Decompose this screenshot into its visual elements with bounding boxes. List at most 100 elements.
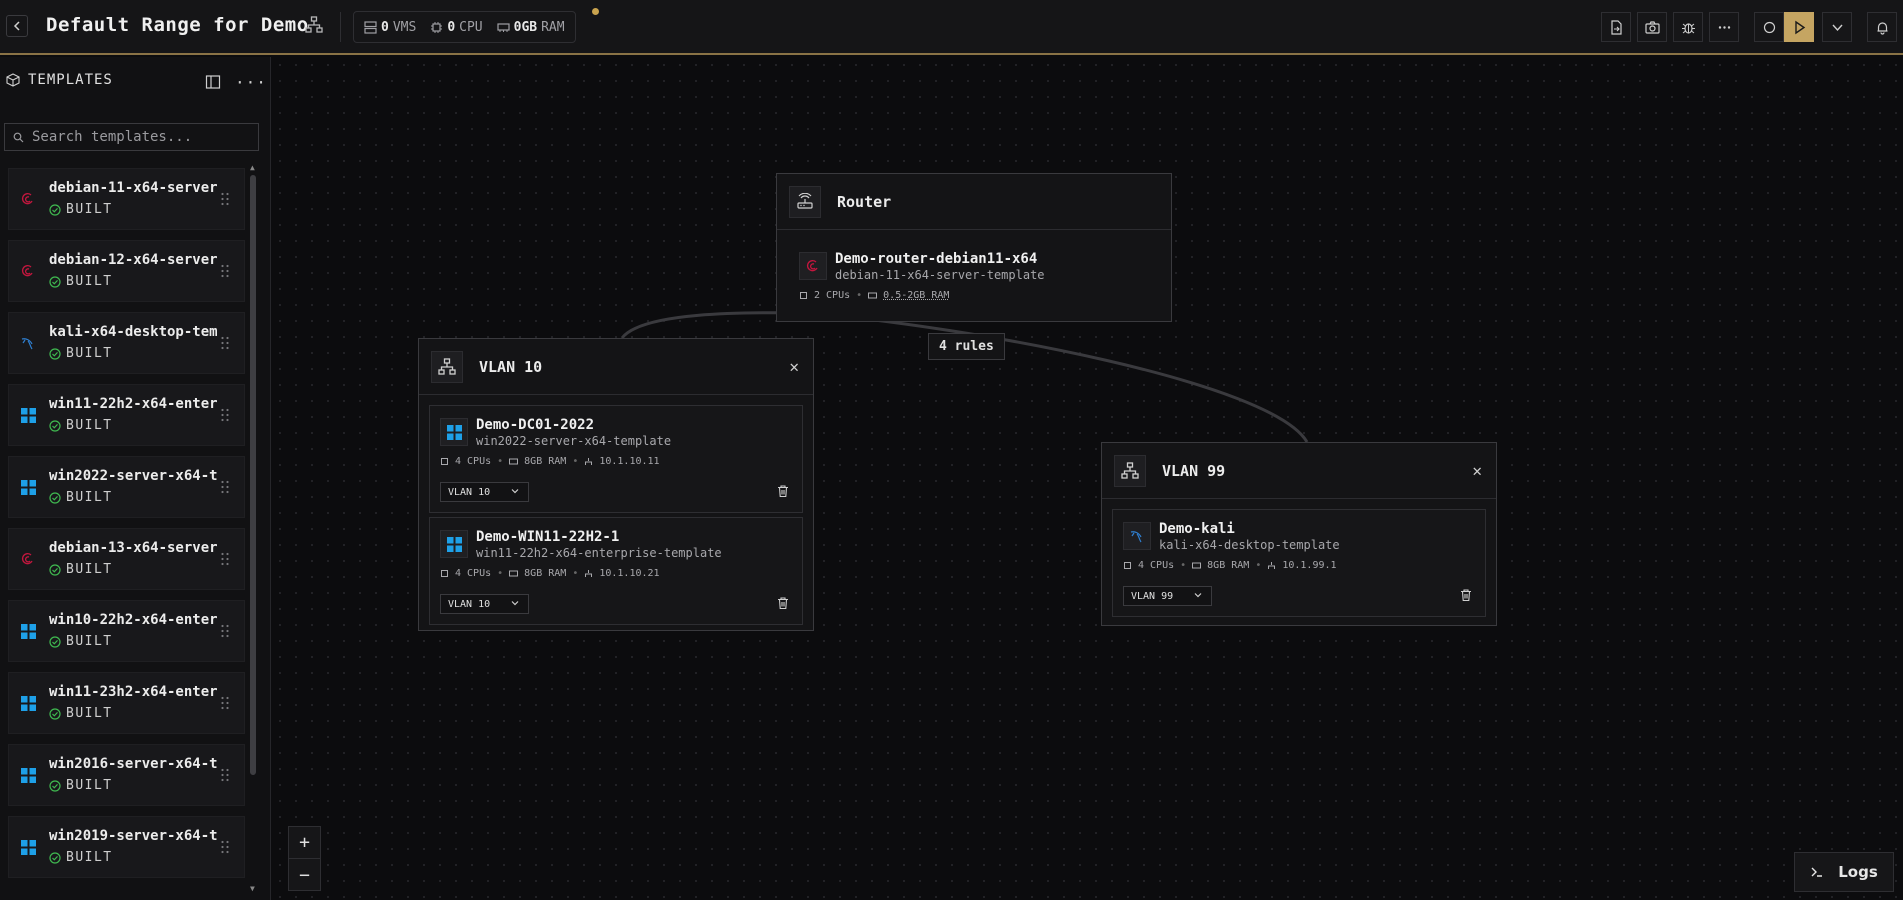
scroll-up-icon[interactable]: ▲ (250, 163, 255, 172)
vlan-select[interactable]: VLAN 10 (440, 482, 529, 502)
scroll-thumb[interactable] (250, 175, 256, 775)
template-status: BUILT (49, 778, 113, 793)
play-icon (1794, 20, 1805, 34)
templates-sidebar: TEMPLATES ··· debian-11-x64-server-templ… (0, 57, 271, 900)
back-button[interactable] (6, 15, 28, 37)
logs-button[interactable]: Logs (1794, 852, 1894, 892)
template-item[interactable]: kali-x64-desktop-template BUILT (8, 312, 245, 374)
ram-stat: 0GB RAM (497, 20, 565, 35)
zoom-out-button[interactable]: − (289, 859, 320, 891)
trash-icon[interactable] (776, 596, 790, 610)
drag-handle-icon[interactable] (220, 624, 230, 638)
vm-specs: 4 CPUs • 8GB RAM • 10.1.99.1 (1123, 560, 1337, 571)
template-status: BUILT (49, 706, 113, 721)
drag-handle-icon[interactable] (220, 768, 230, 782)
vlan99-node[interactable]: VLAN 99 ✕ Demo-kali kali-x64-desktop-tem… (1101, 442, 1497, 626)
template-item[interactable]: win2019-server-x64-template BUILT (8, 816, 245, 878)
vm-template: debian-11-x64-server-template (835, 268, 1045, 282)
drag-handle-icon[interactable] (220, 264, 230, 278)
template-name: win2019-server-x64-template (49, 828, 217, 844)
template-item[interactable]: win2016-server-x64-template BUILT (8, 744, 245, 806)
vm-os-icon-box (440, 530, 468, 558)
template-item[interactable]: debian-12-x64-server-template BUILT (8, 240, 245, 302)
trash-icon[interactable] (1459, 588, 1473, 602)
deploy-options-button[interactable] (1822, 12, 1852, 42)
drag-handle-icon[interactable] (220, 408, 230, 422)
panel-toggle-icon[interactable] (205, 74, 221, 90)
network-icon[interactable] (305, 16, 323, 34)
chevron-down-icon (511, 601, 519, 606)
template-status: BUILT (49, 490, 113, 505)
drag-handle-icon[interactable] (220, 696, 230, 710)
template-name: debian-13-x64-server-template (49, 540, 217, 556)
stop-button[interactable] (1754, 12, 1784, 42)
network-icon (1121, 462, 1139, 479)
export-button[interactable] (1601, 12, 1631, 42)
vm-card[interactable]: Demo-WIN11-22H2-1 win11-22h2-x64-enterpr… (429, 517, 803, 625)
template-item[interactable]: debian-13-x64-server-template BUILT (8, 528, 245, 590)
notifications-button[interactable] (1867, 12, 1897, 42)
bell-icon (1877, 21, 1887, 35)
firewall-rules-badge[interactable]: 4 rules (928, 333, 1005, 360)
vm-card[interactable]: Demo-kali kali-x64-desktop-template 4 CP… (1112, 509, 1486, 617)
vm-specs: 4 CPUs • 8GB RAM • 10.1.10.21 (440, 568, 660, 579)
template-item[interactable]: debian-11-x64-server-template BUILT (8, 168, 245, 230)
zoom-in-button[interactable]: + (289, 827, 320, 859)
sidebar-more-icon[interactable]: ··· (235, 73, 267, 92)
trash-icon[interactable] (776, 484, 790, 498)
close-icon[interactable]: ✕ (1472, 461, 1482, 480)
vm-card[interactable]: Demo-DC01-2022 win2022-server-x64-templa… (429, 405, 803, 513)
drag-handle-icon[interactable] (220, 552, 230, 566)
check-circle-icon (49, 635, 61, 648)
windows-icon (21, 768, 36, 783)
sidebar-scrollbar[interactable]: ▲ ▼ (248, 163, 258, 893)
kali-icon (21, 338, 33, 350)
router-node[interactable]: Router Demo-router-debian11-x64 debian-1… (776, 173, 1172, 322)
vlan10-node[interactable]: VLAN 10 ✕ Demo-DC01-2022 win2022-server-… (418, 338, 814, 631)
windows-icon (446, 424, 462, 440)
server-icon (364, 20, 377, 34)
chevron-down-icon (1831, 24, 1843, 31)
topology-canvas[interactable]: Router Demo-router-debian11-x64 debian-1… (272, 57, 1903, 900)
vm-specs: 4 CPUs • 8GB RAM • 10.1.10.11 (440, 456, 660, 467)
debian-icon (22, 193, 33, 205)
template-name: win11-22h2-x64-enterprise-template (49, 396, 217, 412)
vlan-select[interactable]: VLAN 10 (440, 594, 529, 614)
cpu-icon (431, 21, 443, 33)
deploy-button[interactable] (1784, 12, 1814, 42)
drag-handle-icon[interactable] (220, 336, 230, 350)
drag-handle-icon[interactable] (220, 480, 230, 494)
scroll-down-icon[interactable]: ▼ (250, 884, 255, 893)
more-horizontal-icon (1718, 25, 1730, 29)
drag-handle-icon[interactable] (220, 192, 230, 206)
vms-stat: 0 VMS (364, 20, 416, 35)
cpu-stat: 0 CPU (430, 20, 483, 35)
template-item[interactable]: win2022-server-x64-template BUILT (8, 456, 245, 518)
snapshot-button[interactable] (1637, 12, 1667, 42)
vlan-icon-box (431, 351, 463, 383)
template-name: debian-12-x64-server-template (49, 252, 217, 268)
camera-icon (1644, 20, 1660, 34)
memory-icon (497, 22, 510, 32)
template-list: debian-11-x64-server-template BUILT debi… (8, 168, 245, 888)
check-circle-icon (49, 203, 61, 216)
template-item[interactable]: win10-22h2-x64-enterprise-template BUILT (8, 600, 245, 662)
vlan10-header: VLAN 10 ✕ (419, 339, 813, 395)
close-icon[interactable]: ✕ (789, 357, 799, 376)
check-circle-icon (49, 275, 61, 288)
windows-icon (21, 624, 36, 639)
more-actions-button[interactable] (1709, 12, 1739, 42)
router-vm-card[interactable]: Demo-router-debian11-x64 debian-11-x64-s… (789, 240, 1159, 310)
template-item[interactable]: win11-22h2-x64-enterprise-template BUILT (8, 384, 245, 446)
search-input[interactable] (32, 129, 252, 145)
unsaved-indicator (592, 8, 599, 15)
check-circle-icon (49, 851, 61, 864)
debug-button[interactable] (1673, 12, 1703, 42)
file-export-icon (1610, 19, 1622, 35)
template-status: BUILT (49, 634, 113, 649)
drag-handle-icon[interactable] (220, 840, 230, 854)
vlan-select[interactable]: VLAN 99 (1123, 586, 1212, 606)
template-item[interactable]: win11-23h2-x64-enterprise-template BUILT (8, 672, 245, 734)
template-status: BUILT (49, 346, 113, 361)
check-circle-icon (49, 347, 61, 360)
